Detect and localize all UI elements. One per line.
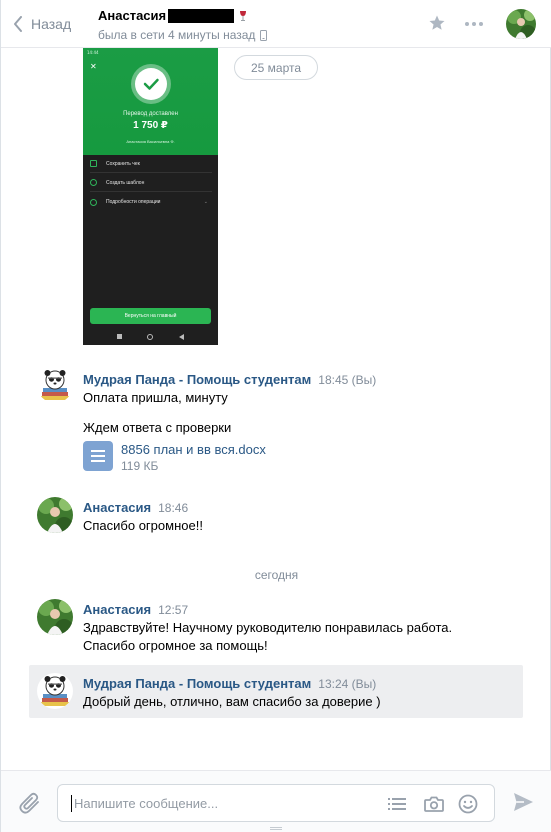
camera-icon[interactable] bbox=[423, 794, 445, 814]
peer-name-text: Анастасия bbox=[98, 8, 167, 23]
panda-avatar[interactable] bbox=[37, 673, 73, 709]
wine-glass-icon bbox=[240, 10, 247, 21]
phone-nav-bar bbox=[83, 332, 218, 342]
chat-header: Назад Анастасия была в сети 4 минуты наз… bbox=[1, 0, 551, 48]
payment-title: Перевод доставлен bbox=[123, 111, 178, 117]
template-list-icon[interactable] bbox=[387, 794, 407, 814]
receipt-icon bbox=[90, 160, 97, 167]
star-icon[interactable] bbox=[428, 14, 446, 32]
peer-name[interactable]: Анастасия bbox=[98, 8, 248, 23]
message-text: Спасибо огромное за помощь! bbox=[83, 638, 268, 653]
author-name: Анастасия bbox=[83, 500, 152, 515]
send-icon[interactable] bbox=[513, 792, 534, 812]
document-attachment[interactable]: 8856 план и вв вся.docx 119 КБ bbox=[83, 441, 266, 473]
avatar-photo bbox=[37, 497, 73, 533]
chevron-left-icon bbox=[14, 16, 22, 32]
chevron-down-icon: ⌄ bbox=[203, 199, 208, 205]
back-button[interactable]: Назад bbox=[13, 14, 71, 34]
message-author[interactable]: Мудрая Панда - Помощь студентам 13:24 (Вы… bbox=[83, 676, 376, 691]
message-text: Добрый день, отлично, вам спасибо за дов… bbox=[83, 694, 381, 709]
close-icon: ✕ bbox=[90, 62, 97, 71]
message-time: 12:57 bbox=[158, 603, 189, 617]
resize-handle[interactable] bbox=[270, 827, 282, 830]
attach-icon[interactable] bbox=[19, 791, 41, 815]
selected-message-row[interactable] bbox=[29, 665, 523, 718]
payment-screenshot-image[interactable]: 14:44 ✕ Перевод доставлен 1 750 ₽ Анаста… bbox=[83, 48, 218, 345]
return-main-button: Вернуться на главный bbox=[90, 308, 211, 324]
emoji-icon[interactable] bbox=[458, 794, 478, 814]
message-text: Ждем ответа с проверки bbox=[83, 420, 232, 435]
message-text: Спасибо огромное!! bbox=[83, 518, 203, 533]
redaction-bar bbox=[168, 8, 235, 23]
panda-icon bbox=[41, 676, 69, 706]
message-author[interactable]: Анастасия 18:46 bbox=[83, 500, 188, 515]
success-check-icon bbox=[135, 68, 167, 100]
star-outline-icon bbox=[90, 179, 97, 186]
back-triangle-icon bbox=[179, 334, 184, 340]
message-time: 18:46 bbox=[158, 501, 189, 515]
create-template-row: Создать шаблон bbox=[90, 174, 212, 192]
chat-window: Назад Анастасия была в сети 4 минуты наз… bbox=[0, 0, 551, 832]
document-icon bbox=[83, 441, 113, 471]
panda-avatar[interactable] bbox=[37, 367, 73, 403]
payment-amount: 1 750 ₽ bbox=[133, 120, 168, 131]
author-name: Анастасия bbox=[83, 602, 152, 617]
message-text: Оплата пришла, минуту bbox=[83, 390, 228, 405]
peer-message-avatar[interactable] bbox=[37, 497, 73, 533]
peer-status: была в сети 4 минуты назад bbox=[98, 28, 268, 42]
document-name[interactable]: 8856 план и вв вся.docx bbox=[121, 442, 266, 457]
more-icon[interactable] bbox=[464, 21, 484, 27]
author-name: Мудрая Панда - Помощь студентам bbox=[83, 372, 312, 387]
avatar-photo bbox=[37, 599, 73, 635]
author-name: Мудрая Панда - Помощь студентам bbox=[83, 676, 312, 691]
message-text: Здравствуйте! Научному руководителю понр… bbox=[83, 620, 453, 635]
message-input[interactable]: Напишите сообщение... bbox=[57, 784, 495, 822]
payment-success-banner: 14:44 ✕ Перевод доставлен 1 750 ₽ Анаста… bbox=[83, 48, 218, 155]
text-caret bbox=[71, 795, 72, 812]
peer-message-avatar[interactable] bbox=[37, 599, 73, 635]
save-receipt-row: Сохранить чек bbox=[90, 155, 212, 173]
message-author[interactable]: Анастасия 12:57 bbox=[83, 602, 188, 617]
home-icon bbox=[147, 334, 153, 340]
phone-status-bar: 14:44 bbox=[87, 50, 99, 55]
mobile-phone-icon bbox=[260, 29, 268, 41]
avatar-photo bbox=[506, 9, 536, 39]
operation-details-row: Подробности операции ⌄ bbox=[90, 193, 212, 211]
date-separator: сегодня bbox=[254, 568, 299, 582]
recents-icon bbox=[117, 334, 122, 339]
payment-recipient: Анастасия Васильевна Ф. bbox=[126, 139, 175, 144]
info-icon bbox=[90, 198, 97, 206]
message-author[interactable]: Мудрая Панда - Помощь студентам 18:45 (Вы… bbox=[83, 372, 376, 387]
back-label: Назад bbox=[31, 16, 72, 32]
document-size: 119 КБ bbox=[121, 459, 159, 473]
panda-icon bbox=[41, 370, 69, 400]
message-time: 18:45 (Вы) bbox=[318, 373, 377, 387]
message-time: 13:24 (Вы) bbox=[318, 677, 377, 691]
peer-status-text: была в сети 4 минуты назад bbox=[98, 28, 256, 42]
peer-avatar[interactable] bbox=[506, 9, 536, 39]
date-pill[interactable]: 25 марта bbox=[234, 55, 318, 80]
message-composer: Напишите сообщение... bbox=[1, 770, 551, 832]
message-placeholder: Напишите сообщение... bbox=[74, 796, 219, 811]
